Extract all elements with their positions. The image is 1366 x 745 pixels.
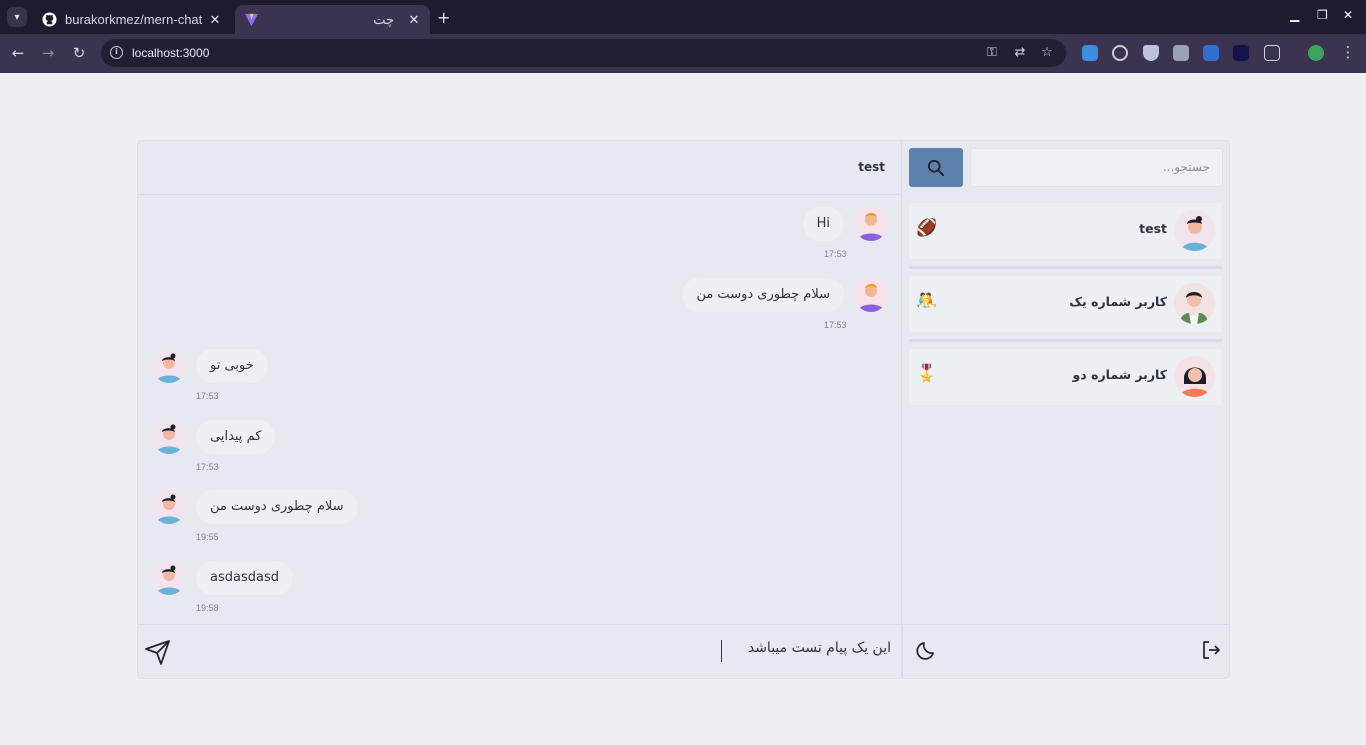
message: asdasdasd 19:58 — [138, 549, 902, 619]
message: خوبی تو 17:53 — [138, 337, 902, 407]
translate-extension-icon[interactable] — [1203, 45, 1219, 61]
url-text: localhost:3000 — [132, 46, 210, 60]
chat-title: test — [858, 160, 885, 174]
shield-extension-icon[interactable] — [1143, 45, 1159, 61]
logout-icon — [1203, 641, 1220, 659]
moon-icon — [916, 642, 934, 660]
menu-kebab-icon[interactable]: ⋮ — [1338, 43, 1358, 61]
message: کم پیدایی 17:53 — [138, 408, 902, 478]
logout-button[interactable] — [1200, 639, 1222, 661]
avatar — [854, 207, 888, 241]
message-time: 17:53 — [196, 391, 219, 401]
avatar — [152, 490, 186, 524]
close-window-icon[interactable]: ✕ — [1343, 8, 1353, 22]
contact-list: test 🏈 کاربر شماره یک 🤼 کاربر شماره دو 🎖… — [909, 203, 1222, 422]
message: Hi 17:53 — [138, 195, 902, 265]
football-icon: 🏈 — [916, 218, 938, 238]
message-time: 19:55 — [196, 532, 219, 542]
extension-icon[interactable] — [1082, 45, 1098, 61]
chat-app: جستجو... test 🏈 کاربر شماره یک 🤼 کاربر ش… — [137, 140, 1230, 679]
tab-search-button[interactable]: ▾ — [7, 7, 27, 27]
password-key-icon[interactable]: ⚿ — [984, 45, 1000, 61]
message-time: 17:53 — [196, 462, 219, 472]
camera-extension-icon[interactable] — [1173, 45, 1189, 61]
avatar — [1174, 210, 1215, 251]
back-icon[interactable]: ← — [8, 44, 28, 62]
browser-tab[interactable]: burakorkmez/mern-chat ✕ — [33, 5, 231, 34]
avatar — [1174, 356, 1215, 397]
browser-tabbar: ▾ burakorkmez/mern-chat ✕ چت ✕ + ▁ ❐ ✕ — [0, 0, 1366, 34]
message-bubble: سلام چطوری دوست من — [682, 278, 844, 312]
message-bubble: خوبی تو — [196, 349, 268, 383]
extensions-puzzle-icon[interactable] — [1264, 45, 1280, 61]
message-bubble: asdasdasd — [196, 561, 293, 595]
message-bubble: Hi — [802, 207, 844, 241]
vite-icon — [243, 12, 259, 28]
message: سلام چطوری دوست من 17:53 — [138, 266, 902, 336]
restore-icon[interactable]: ❐ — [1317, 8, 1328, 22]
message-bubble: سلام چطوری دوست من — [196, 490, 358, 524]
message-time: 17:53 — [824, 249, 847, 259]
medal-icon: 🎖️ — [916, 364, 938, 384]
avatar — [854, 278, 888, 312]
tab-title: چت — [373, 11, 394, 27]
avatar — [152, 349, 186, 383]
search-button[interactable] — [909, 148, 963, 187]
message-list: Hi 17:53 سلام چطوری دوست من 17:53 خوبی ت… — [138, 195, 902, 625]
message: سلام چطوری دوست من 19:55 — [138, 478, 902, 548]
avatar — [152, 561, 186, 595]
chat-panel: test Hi 17:53 سلام چطوری دوست من 17:53 خ… — [138, 141, 902, 678]
close-tab-icon[interactable]: ✕ — [404, 12, 424, 28]
contact-name: test — [1139, 221, 1167, 236]
contact-name: کاربر شماره دو — [1072, 367, 1167, 382]
browser-toolbar: ← → ↻ i localhost:3000 ⚿ ⇄ ☆ ⋮ — [0, 34, 1366, 73]
minimize-icon[interactable]: ▁ — [1290, 8, 1299, 22]
github-icon — [41, 12, 57, 28]
bookmark-star-icon[interactable]: ☆ — [1039, 45, 1055, 61]
wrestlers-icon: 🤼 — [916, 291, 938, 311]
avatar — [1174, 283, 1215, 324]
dark-mode-toggle[interactable] — [916, 639, 938, 661]
forward-icon[interactable]: → — [38, 44, 58, 62]
send-icon — [145, 640, 170, 665]
message-time: 19:58 — [196, 603, 219, 613]
contact-item[interactable]: test 🏈 — [909, 203, 1222, 269]
message-bubble: کم پیدایی — [196, 420, 276, 454]
divider — [902, 625, 903, 678]
new-tab-button[interactable]: + — [437, 8, 450, 27]
extension-icon[interactable] — [1112, 45, 1128, 61]
contact-item[interactable]: کاربر شماره یک 🤼 — [909, 276, 1222, 342]
extension-icon[interactable] — [1233, 45, 1249, 61]
avatar — [152, 420, 186, 454]
browser-tab-active[interactable]: چت ✕ — [235, 5, 430, 34]
search-icon — [927, 159, 945, 176]
send-button[interactable] — [144, 638, 172, 666]
close-tab-icon[interactable]: ✕ — [205, 12, 225, 28]
contact-name: کاربر شماره یک — [1069, 294, 1167, 309]
sidebar: جستجو... test 🏈 کاربر شماره یک 🤼 کاربر ش… — [901, 141, 1229, 678]
message-time: 17:53 — [824, 320, 847, 330]
search-input[interactable]: جستجو... — [970, 148, 1223, 187]
profile-avatar[interactable] — [1308, 45, 1324, 61]
message-input[interactable]: این یک پیام تست میباشد — [721, 640, 891, 662]
site-info-icon[interactable]: i — [110, 46, 123, 59]
reload-icon[interactable]: ↻ — [69, 44, 89, 62]
tab-title: burakorkmez/mern-chat — [65, 12, 203, 27]
text-cursor — [721, 640, 722, 662]
address-bar[interactable]: i localhost:3000 ⚿ ⇄ ☆ — [101, 39, 1066, 67]
contact-item[interactable]: کاربر شماره دو 🎖️ — [909, 349, 1222, 405]
search-row: جستجو... — [902, 141, 1229, 195]
chat-header: test — [138, 141, 902, 195]
translate-icon[interactable]: ⇄ — [1012, 45, 1028, 61]
composer: این یک پیام تست میباشد — [138, 624, 1229, 678]
